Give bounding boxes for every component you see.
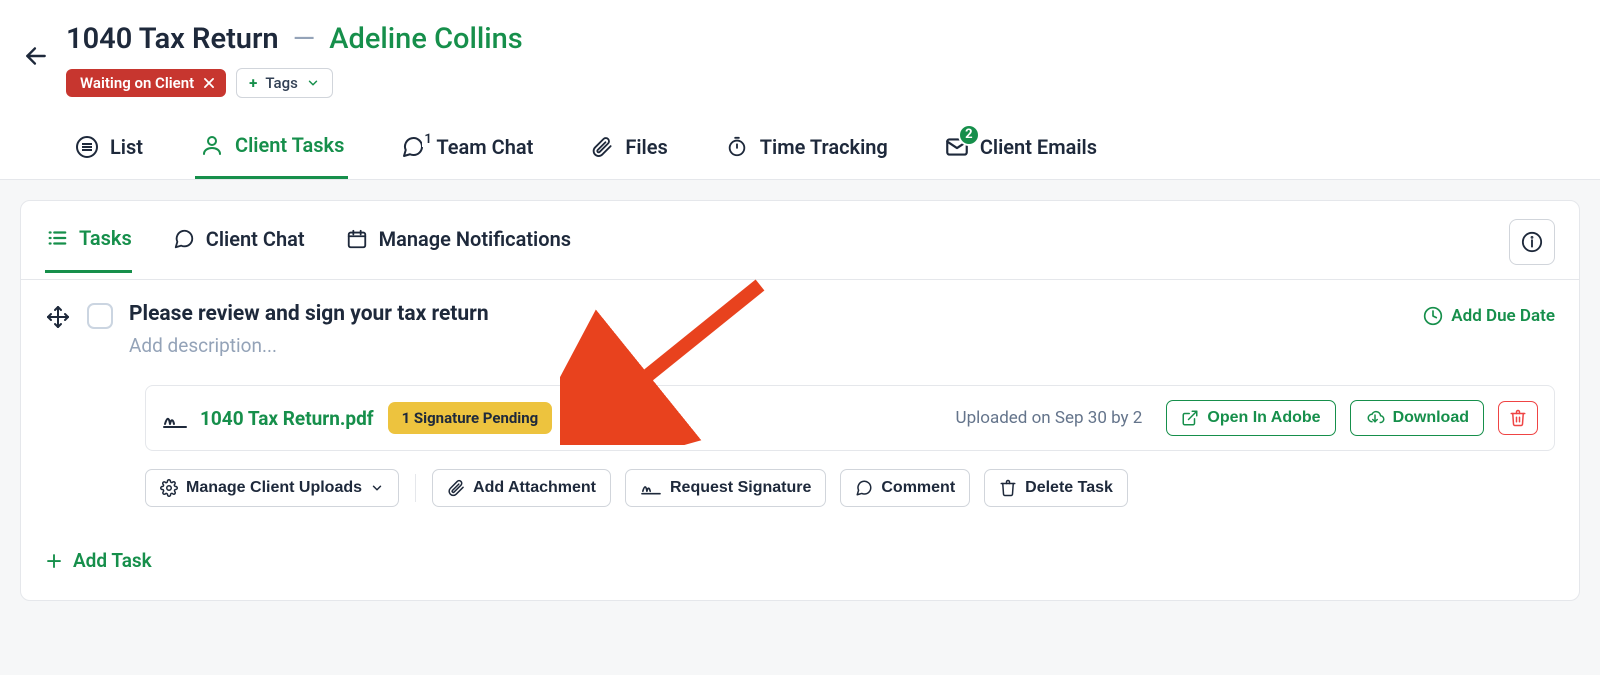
add-attachment-button[interactable]: Add Attachment bbox=[432, 469, 611, 507]
attachment-row: 1040 Tax Return.pdf 1 Signature Pending … bbox=[145, 385, 1555, 451]
move-icon bbox=[46, 305, 70, 329]
tags-label: Tags bbox=[265, 74, 297, 92]
calendar-icon bbox=[346, 228, 368, 250]
stopwatch-icon bbox=[726, 136, 748, 158]
main-tabs: List Client Tasks 1 Team Chat Files bbox=[66, 126, 1580, 179]
comment-icon bbox=[855, 479, 873, 497]
content-area: Tasks Client Chat Manage Notifications bbox=[0, 180, 1600, 621]
task-description-input[interactable]: Add description... bbox=[129, 334, 1407, 357]
uploaded-text: Uploaded on Sep 30 by 2 bbox=[956, 408, 1143, 428]
chevron-down-icon bbox=[306, 76, 320, 90]
person-icon bbox=[200, 133, 224, 157]
remove-status-button[interactable] bbox=[202, 76, 216, 90]
clock-icon bbox=[1423, 306, 1443, 326]
plus-icon: + bbox=[249, 74, 257, 92]
task-list-icon bbox=[46, 227, 68, 249]
arrow-left-icon bbox=[23, 43, 49, 69]
tab-client-tasks[interactable]: Client Tasks bbox=[195, 126, 348, 179]
trash-icon bbox=[999, 479, 1017, 497]
download-button[interactable]: Download bbox=[1350, 400, 1484, 436]
divider bbox=[415, 474, 416, 502]
cloud-download-icon bbox=[1365, 409, 1385, 427]
tab-list[interactable]: List bbox=[70, 128, 147, 178]
client-name-link[interactable]: Adeline Collins bbox=[329, 22, 522, 56]
paperclip-icon bbox=[447, 479, 465, 497]
gear-icon bbox=[160, 479, 178, 497]
back-button[interactable] bbox=[20, 40, 52, 72]
list-icon bbox=[75, 135, 99, 159]
delete-task-button[interactable]: Delete Task bbox=[984, 469, 1128, 507]
subtab-manage-notifications[interactable]: Manage Notifications bbox=[345, 226, 571, 273]
drag-handle[interactable] bbox=[45, 304, 71, 330]
signature-icon bbox=[162, 407, 188, 429]
page-title: 1040 Tax Return bbox=[66, 22, 279, 56]
paperclip-icon bbox=[591, 136, 613, 158]
info-button[interactable] bbox=[1509, 219, 1555, 265]
subtab-client-chat[interactable]: Client Chat bbox=[172, 226, 305, 273]
signature-icon bbox=[640, 479, 662, 497]
trash-icon bbox=[1509, 409, 1527, 427]
tab-time-tracking[interactable]: Time Tracking bbox=[720, 128, 892, 178]
status-chip[interactable]: Waiting on Client bbox=[66, 69, 226, 97]
signature-pending-badge: 1 Signature Pending bbox=[388, 402, 553, 434]
tab-team-chat[interactable]: 1 Team Chat bbox=[396, 128, 537, 178]
status-chip-label: Waiting on Client bbox=[80, 74, 194, 92]
external-link-icon bbox=[1181, 409, 1199, 427]
client-emails-badge: 2 bbox=[958, 124, 980, 146]
info-icon bbox=[1521, 231, 1543, 253]
team-chat-count: 1 bbox=[422, 132, 433, 147]
task-item: Please review and sign your tax return A… bbox=[21, 280, 1579, 531]
open-in-adobe-button[interactable]: Open In Adobe bbox=[1166, 400, 1335, 436]
chevron-down-icon bbox=[370, 481, 384, 495]
add-task-button[interactable]: Add Task bbox=[45, 549, 152, 572]
task-checkbox[interactable] bbox=[87, 303, 113, 329]
title-separator: — bbox=[293, 22, 316, 56]
page-header: 1040 Tax Return — Adeline Collins Waitin… bbox=[0, 0, 1600, 180]
tags-button[interactable]: + Tags bbox=[236, 68, 333, 98]
task-title[interactable]: Please review and sign your tax return bbox=[129, 302, 1407, 326]
close-icon bbox=[202, 76, 216, 90]
plus-icon bbox=[45, 552, 63, 570]
add-due-date-button[interactable]: Add Due Date bbox=[1423, 306, 1555, 326]
tab-files[interactable]: Files bbox=[585, 128, 671, 178]
request-signature-button[interactable]: Request Signature bbox=[625, 469, 826, 507]
delete-attachment-button[interactable] bbox=[1498, 401, 1538, 435]
chat-bubble-icon bbox=[173, 228, 195, 250]
tasks-card: Tasks Client Chat Manage Notifications bbox=[20, 200, 1580, 601]
task-actions: Manage Client Uploads Add Attachment Req… bbox=[145, 469, 1555, 507]
subtab-tasks[interactable]: Tasks bbox=[45, 226, 132, 273]
manage-client-uploads-button[interactable]: Manage Client Uploads bbox=[145, 469, 399, 507]
tab-client-emails[interactable]: 2 Client Emails bbox=[940, 128, 1101, 178]
attachment-filename[interactable]: 1040 Tax Return.pdf bbox=[200, 407, 374, 430]
comment-button[interactable]: Comment bbox=[840, 469, 970, 507]
